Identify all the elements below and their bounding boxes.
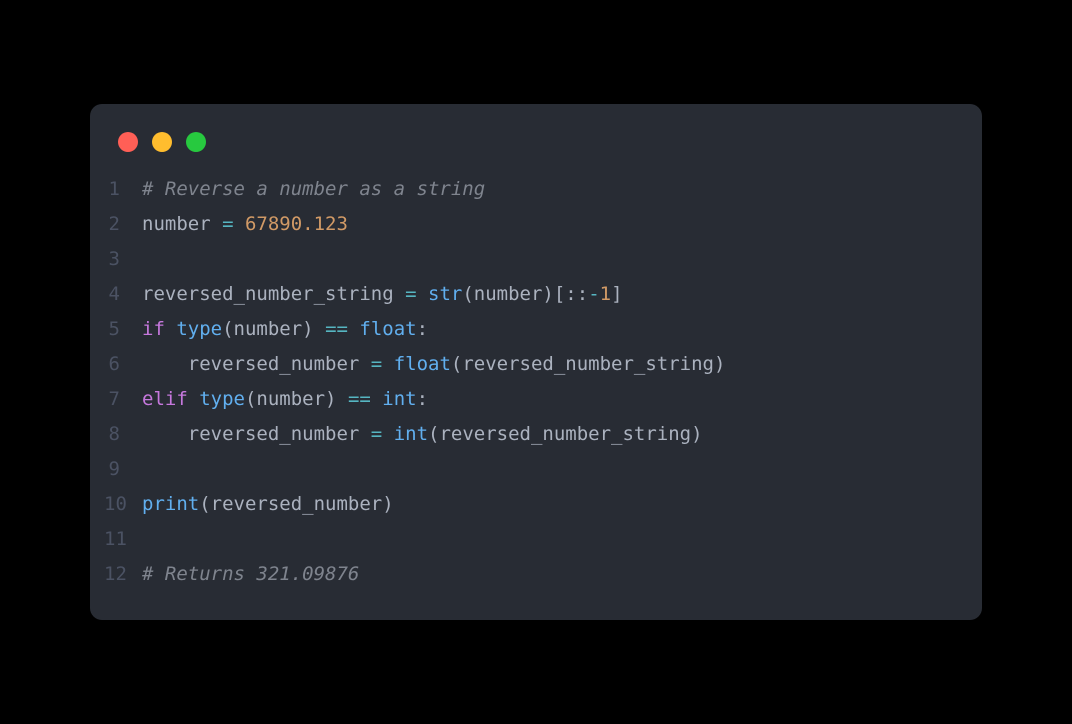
code-token: number bbox=[142, 213, 222, 235]
code-token bbox=[382, 353, 393, 375]
code-line-content[interactable]: print(reversed_number) bbox=[142, 487, 394, 522]
code-token: reversed_number bbox=[142, 353, 371, 375]
code-line-content[interactable]: reversed_number = float(reversed_number_… bbox=[142, 347, 725, 382]
code-line[interactable]: 7elif type(number) == int: bbox=[104, 382, 954, 417]
code-token: (reversed_number_string) bbox=[428, 423, 703, 445]
code-token: str bbox=[428, 283, 462, 305]
code-line[interactable]: 10print(reversed_number) bbox=[104, 487, 954, 522]
code-token bbox=[382, 423, 393, 445]
line-number: 6 bbox=[104, 347, 142, 382]
code-token: - bbox=[588, 283, 599, 305]
line-number: 11 bbox=[104, 522, 142, 557]
code-token: elif bbox=[142, 388, 188, 410]
line-number: 12 bbox=[104, 557, 142, 592]
code-token: int bbox=[394, 423, 428, 445]
close-icon[interactable] bbox=[118, 132, 138, 152]
editor-window: 1# Reverse a number as a string2number =… bbox=[90, 104, 982, 620]
code-token: float bbox=[359, 318, 416, 340]
code-token: 1 bbox=[600, 283, 611, 305]
code-token: reversed_number bbox=[142, 423, 371, 445]
code-line-content[interactable]: reversed_number = int(reversed_number_st… bbox=[142, 417, 703, 452]
code-token bbox=[234, 213, 245, 235]
code-token: (number) bbox=[245, 388, 348, 410]
code-token: : bbox=[417, 388, 428, 410]
code-line-content[interactable]: number = 67890.123 bbox=[142, 207, 348, 242]
code-line[interactable]: 6 reversed_number = float(reversed_numbe… bbox=[104, 347, 954, 382]
code-token: = bbox=[371, 423, 382, 445]
code-line[interactable]: 2number = 67890.123 bbox=[104, 207, 954, 242]
code-token: == bbox=[348, 388, 371, 410]
code-line-content[interactable]: reversed_number_string = str(number)[::-… bbox=[142, 277, 623, 312]
code-token: type bbox=[199, 388, 245, 410]
code-token: float bbox=[394, 353, 451, 375]
code-line-content[interactable]: if type(number) == float: bbox=[142, 312, 428, 347]
code-token: 67890.123 bbox=[245, 213, 348, 235]
code-line[interactable]: 8 reversed_number = int(reversed_number_… bbox=[104, 417, 954, 452]
line-number: 10 bbox=[104, 487, 142, 522]
code-line[interactable]: 9 bbox=[104, 452, 954, 487]
code-editor[interactable]: 1# Reverse a number as a string2number =… bbox=[90, 172, 982, 592]
minimize-icon[interactable] bbox=[152, 132, 172, 152]
code-token: int bbox=[382, 388, 416, 410]
code-line[interactable]: 1# Reverse a number as a string bbox=[104, 172, 954, 207]
code-line[interactable]: 12# Returns 321.09876 bbox=[104, 557, 954, 592]
line-number: 1 bbox=[104, 172, 142, 207]
line-number: 3 bbox=[104, 242, 142, 277]
code-line-content[interactable]: # Reverse a number as a string bbox=[142, 172, 485, 207]
line-number: 2 bbox=[104, 207, 142, 242]
line-number: 7 bbox=[104, 382, 142, 417]
code-token bbox=[188, 388, 199, 410]
code-token bbox=[417, 283, 428, 305]
line-number: 8 bbox=[104, 417, 142, 452]
zoom-icon[interactable] bbox=[186, 132, 206, 152]
line-number: 4 bbox=[104, 277, 142, 312]
code-token: (number) bbox=[222, 318, 325, 340]
code-token: = bbox=[371, 353, 382, 375]
code-token: (reversed_number) bbox=[199, 493, 393, 515]
code-token: : bbox=[417, 318, 428, 340]
code-token: # Reverse a number as a string bbox=[142, 178, 485, 200]
code-token: = bbox=[222, 213, 233, 235]
titlebar bbox=[90, 128, 982, 172]
code-line-content[interactable]: elif type(number) == int: bbox=[142, 382, 428, 417]
code-token: ] bbox=[611, 283, 622, 305]
code-token: (number)[:: bbox=[462, 283, 588, 305]
code-token: if bbox=[142, 318, 165, 340]
code-token bbox=[348, 318, 359, 340]
code-token: = bbox=[405, 283, 416, 305]
code-token: reversed_number_string bbox=[142, 283, 405, 305]
code-line[interactable]: 3 bbox=[104, 242, 954, 277]
code-line[interactable]: 11 bbox=[104, 522, 954, 557]
code-token: print bbox=[142, 493, 199, 515]
code-token: (reversed_number_string) bbox=[451, 353, 726, 375]
code-token bbox=[165, 318, 176, 340]
code-line[interactable]: 5if type(number) == float: bbox=[104, 312, 954, 347]
line-number: 9 bbox=[104, 452, 142, 487]
code-line-content[interactable]: # Returns 321.09876 bbox=[142, 557, 359, 592]
code-token: == bbox=[325, 318, 348, 340]
code-token: type bbox=[176, 318, 222, 340]
code-token: # Returns 321.09876 bbox=[142, 563, 359, 585]
line-number: 5 bbox=[104, 312, 142, 347]
code-line[interactable]: 4reversed_number_string = str(number)[::… bbox=[104, 277, 954, 312]
code-token bbox=[371, 388, 382, 410]
